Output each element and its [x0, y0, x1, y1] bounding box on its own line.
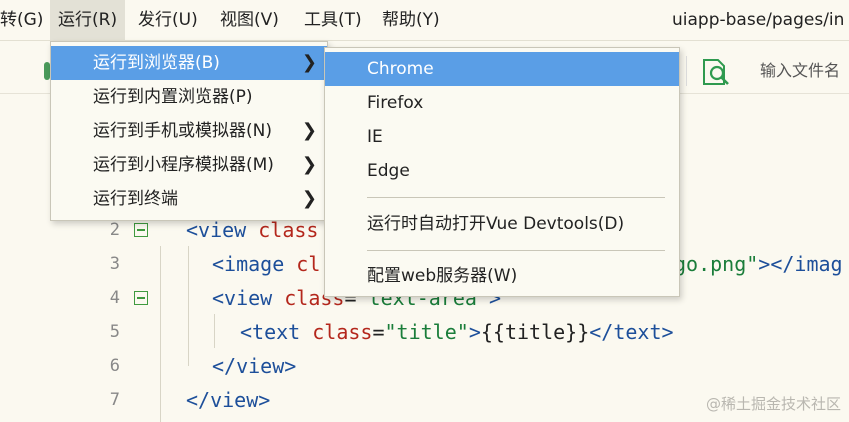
menu-item-label: 运行到手机或模拟器(N): [93, 121, 272, 141]
chevron-right-icon: ❯: [301, 188, 317, 209]
browser-submenu: Chrome Firefox IE Edge 运行时自动打开Vue Devtoo…: [324, 47, 680, 297]
code-token: go.png": [674, 252, 759, 276]
menu-item-run-to-browser[interactable]: 运行到浏览器(B) ❯: [51, 46, 327, 80]
menu-item-run-to-phone[interactable]: 运行到手机或模拟器(N) ❯: [51, 114, 327, 148]
chevron-right-icon: ❯: [301, 120, 317, 141]
toolbar-divider: [686, 56, 687, 86]
menu-view[interactable]: 视图(V): [212, 0, 287, 40]
menu-item-label: 运行到终端: [93, 189, 178, 209]
code-line: </view>: [186, 383, 270, 417]
file-path-title: uiapp-base/pages/in: [672, 10, 845, 30]
code-token: <text: [240, 320, 313, 344]
code-token: {{title}}: [480, 320, 590, 344]
file-search-icon[interactable]: [700, 58, 734, 86]
code-token: </view>: [212, 354, 297, 378]
menu-item-run-to-terminal[interactable]: 运行到终端 ❯: [51, 182, 327, 216]
code-line: </view>: [212, 349, 296, 383]
code-token: cl: [296, 252, 321, 276]
code-token: </text>: [589, 320, 674, 344]
indent-guide: [188, 246, 189, 366]
menu-tools[interactable]: 工具(T): [296, 0, 370, 40]
run-dropdown-menu: 运行到浏览器(B) ❯ 运行到内置浏览器(P) 运行到手机或模拟器(N) ❯ 运…: [50, 41, 328, 221]
menu-separator: [367, 197, 665, 198]
fold-toggle-icon[interactable]: [134, 291, 148, 305]
code-token: class: [312, 320, 373, 344]
code-token: "title": [384, 320, 469, 344]
line-number: 7: [109, 390, 120, 410]
menu-publish[interactable]: 发行(U): [130, 0, 206, 40]
code-line-tail: go.png"></imag: [674, 247, 843, 281]
line-number: 5: [109, 322, 120, 342]
submenu-item-firefox[interactable]: Firefox: [325, 86, 679, 120]
line-number: 3: [109, 254, 120, 274]
menu-help[interactable]: 帮助(Y): [374, 0, 448, 40]
code-token: >: [468, 320, 481, 344]
fold-toggle-icon[interactable]: [134, 223, 148, 237]
code-token: ></imag: [758, 252, 843, 276]
submenu-item-web-server-config[interactable]: 配置web服务器(W): [325, 259, 679, 293]
menu-item-run-to-builtin-browser[interactable]: 运行到内置浏览器(P): [51, 80, 327, 114]
code-token: <view: [212, 286, 285, 310]
menubar: 转(G) 运行(R) 发行(U) 视图(V) 工具(T) 帮助(Y) uiapp…: [0, 0, 849, 41]
menu-run[interactable]: 运行(R): [50, 0, 126, 40]
menu-item-label: 运行到浏览器(B): [93, 53, 220, 73]
watermark: @稀土掘金技术社区: [705, 395, 841, 413]
indent-guide: [160, 246, 161, 422]
code-line: <text class="title">{{title}}</text>: [240, 315, 674, 349]
submenu-item-edge[interactable]: Edge: [325, 154, 679, 188]
menu-item-run-to-miniprogram[interactable]: 运行到小程序模拟器(M) ❯: [51, 148, 327, 182]
indent-guide: [214, 314, 215, 348]
code-token: <view: [186, 218, 259, 242]
code-token: <image: [212, 252, 297, 276]
submenu-item-chrome[interactable]: Chrome: [325, 52, 679, 86]
submenu-item-vue-devtools[interactable]: 运行时自动打开Vue Devtools(D): [325, 207, 679, 241]
menu-item-label: 运行到内置浏览器(P): [93, 87, 253, 107]
file-search-input[interactable]: 输入文件名: [760, 58, 840, 84]
submenu-item-ie[interactable]: IE: [325, 120, 679, 154]
code-token: </view>: [186, 388, 271, 412]
code-token: class: [258, 218, 319, 242]
menu-item-label: 运行到小程序模拟器(M): [93, 155, 274, 175]
menu-goto[interactable]: 转(G): [0, 0, 51, 40]
line-number: 4: [109, 288, 120, 308]
chevron-right-icon: ❯: [301, 52, 317, 73]
line-number: 6: [109, 356, 120, 376]
chevron-right-icon: ❯: [301, 154, 317, 175]
menu-separator: [367, 250, 665, 251]
code-token: =: [372, 320, 385, 344]
code-line: <image cl: [212, 247, 320, 281]
